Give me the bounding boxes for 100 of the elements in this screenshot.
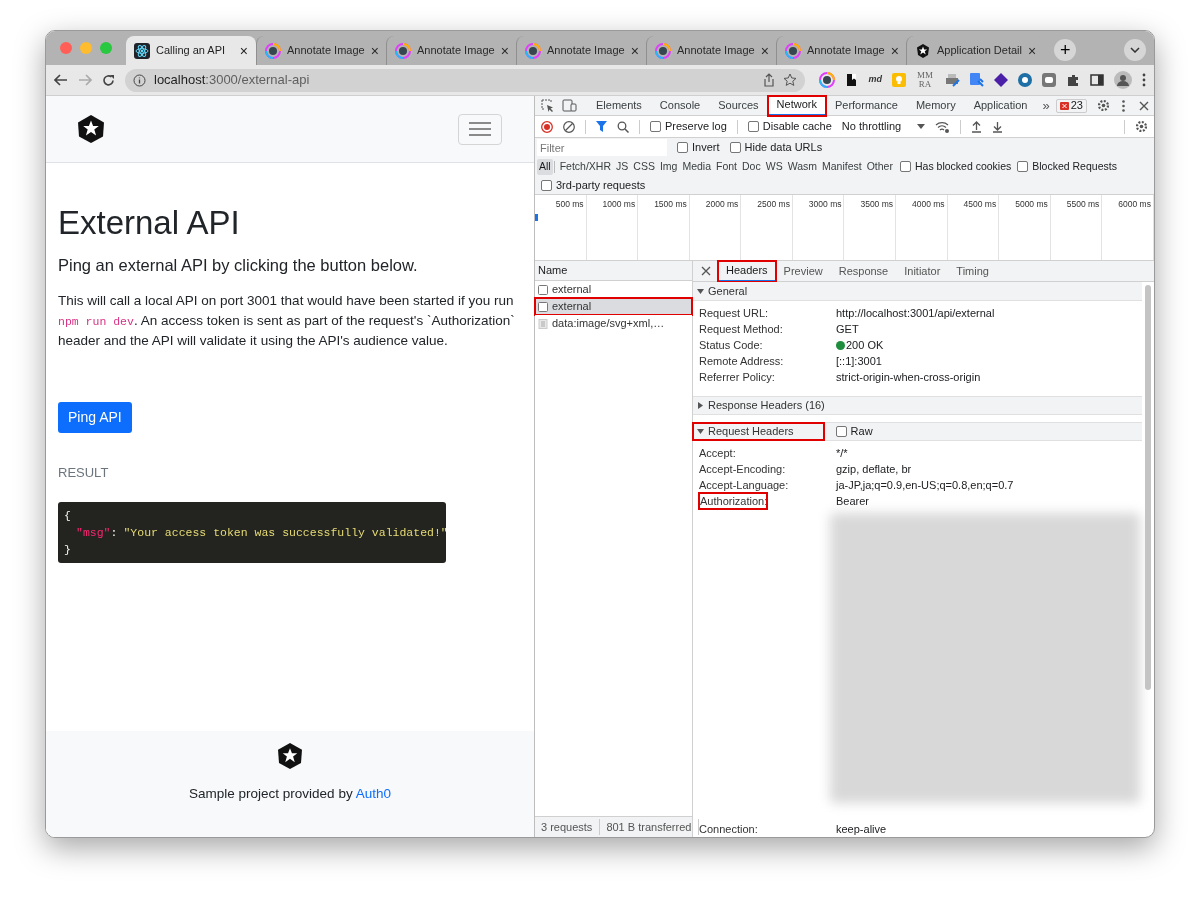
request-row[interactable]: external — [535, 298, 692, 315]
download-icon[interactable] — [992, 120, 1004, 133]
diamond-icon[interactable] — [994, 73, 1008, 87]
checkbox[interactable] — [835, 426, 847, 437]
type-filter-button[interactable]: Other — [864, 158, 895, 175]
header-name: Accept-Encoding: — [699, 461, 787, 477]
devtools-tab[interactable]: Network — [767, 95, 826, 116]
filter-field[interactable]: Filter — [537, 139, 667, 156]
header-name: Accept-Language: — [699, 477, 790, 493]
wifi-settings-icon[interactable] — [935, 120, 951, 133]
menu-icon[interactable] — [1142, 73, 1146, 87]
chat-icon[interactable] — [1042, 73, 1056, 87]
close-tab-button[interactable]: × — [760, 43, 769, 58]
checkbox[interactable] — [677, 142, 688, 153]
info-icon[interactable] — [133, 73, 146, 87]
record-icon[interactable] — [541, 120, 553, 133]
avatar-icon[interactable] — [1114, 71, 1132, 89]
scrollbar[interactable] — [1145, 285, 1151, 690]
type-filter-button[interactable]: Media — [680, 158, 713, 175]
checkbox[interactable] — [747, 121, 759, 132]
file-icon — [538, 301, 548, 312]
type-filter-button[interactable]: Wasm — [785, 158, 819, 175]
section-header[interactable]: General — [693, 282, 778, 300]
clear-icon[interactable] — [563, 120, 575, 133]
extension-label[interactable]: md — [868, 73, 882, 87]
detail-tab[interactable]: Timing — [948, 260, 997, 282]
side-panel-icon[interactable] — [1090, 73, 1104, 87]
close-tab-button[interactable]: × — [239, 43, 248, 58]
close-tab-button[interactable]: × — [630, 43, 639, 58]
devtools-tab[interactable]: Sources — [709, 95, 768, 116]
checkbox[interactable] — [650, 121, 661, 132]
detail-tab[interactable]: Initiator — [896, 260, 949, 282]
header-name: Status Code: — [699, 337, 764, 353]
close-icon[interactable] — [1138, 100, 1149, 111]
checkbox[interactable] — [729, 142, 741, 153]
timeline-tick-label: 4500 ms — [963, 198, 997, 211]
devtools-tab[interactable]: Performance — [825, 95, 907, 116]
type-filter-button[interactable]: JS — [614, 158, 631, 175]
type-filter-button[interactable]: CSS — [631, 158, 657, 175]
ping-api-button[interactable]: Ping API — [58, 401, 132, 433]
close-tab-button[interactable]: × — [500, 43, 509, 58]
result-code-block: { "msg": "Your access token was successfully validated!" } — [58, 502, 446, 564]
issues-badge[interactable]: 23 — [1055, 98, 1087, 113]
header-value: Bearer — [836, 493, 870, 509]
inspect-icon[interactable] — [541, 99, 554, 112]
close-tab-button[interactable]: × — [890, 43, 899, 58]
type-filter-button[interactable]: WS — [763, 158, 785, 175]
url-text: localhost:3000/external-api — [154, 71, 310, 90]
checkbox[interactable] — [1017, 161, 1029, 172]
type-filter-button[interactable]: Doc — [740, 158, 763, 175]
upload-icon[interactable] — [971, 120, 983, 133]
back-icon[interactable] — [54, 74, 68, 86]
chevron-down-icon — [1130, 47, 1140, 53]
tab-title: Annotate Image — [547, 43, 625, 59]
type-filter-button[interactable]: Font — [714, 158, 740, 175]
translate-icon[interactable] — [970, 73, 984, 87]
extension-label[interactable]: MM RA — [916, 71, 934, 89]
printer-icon[interactable] — [944, 73, 960, 87]
tab-search-button[interactable] — [1124, 39, 1146, 61]
type-filter-button[interactable]: Fetch/XHR — [557, 158, 614, 175]
timeline-tick-label: 3500 ms — [860, 198, 894, 211]
search-icon[interactable] — [617, 120, 629, 133]
devtools-tab[interactable]: Application — [964, 95, 1037, 116]
summary-text: 3 requests — [541, 818, 601, 836]
close-tab-button[interactable]: × — [1028, 43, 1037, 58]
close-tab-button[interactable]: × — [370, 43, 379, 58]
new-tab-button[interactable]: + — [1054, 39, 1077, 61]
more-icon[interactable] — [1121, 99, 1125, 112]
reload-icon[interactable] — [102, 73, 115, 87]
checkbox[interactable] — [899, 161, 911, 172]
browser-tab[interactable]: Calling an API × — [126, 36, 256, 65]
devtools-tab[interactable]: Console — [650, 95, 710, 116]
menu-button[interactable] — [458, 113, 502, 145]
settings-icon[interactable] — [1096, 99, 1110, 112]
description-text: This will call a local API on port 3001 that would have been started if you run npm run dev. An access token is sent as part of the request's `Authorization` header and the API will validate it using the API's audience value. — [58, 292, 516, 351]
type-filter-button[interactable]: All — [537, 158, 553, 175]
checkbox[interactable] — [541, 179, 552, 191]
circle-icon[interactable] — [1018, 73, 1032, 87]
share-icon[interactable] — [762, 73, 775, 87]
checkbox-label: Blocked Requests — [1032, 158, 1117, 174]
detail-tab[interactable]: Preview — [775, 260, 831, 282]
address-bar[interactable]: localhost:3000/external-api — [125, 68, 805, 92]
type-filter-button[interactable]: Manifest — [820, 158, 864, 175]
more-tabs-button[interactable]: » — [1036, 95, 1056, 116]
device-icon[interactable] — [562, 99, 577, 112]
devtools-tab[interactable]: Memory — [906, 95, 965, 116]
puzzle-icon[interactable] — [1066, 73, 1080, 87]
section-header[interactable]: Request Headers — [693, 423, 824, 440]
star-icon[interactable] — [782, 73, 797, 87]
type-filter-button[interactable]: Img — [657, 158, 680, 175]
detail-tab[interactable]: Headers — [718, 260, 776, 282]
close-icon[interactable] — [701, 266, 711, 276]
logo-icon — [276, 742, 304, 770]
throttling-dropdown[interactable]: No throttling — [841, 118, 926, 135]
filter-icon[interactable] — [596, 121, 607, 132]
checkbox-label: Raw — [850, 424, 873, 440]
devtools-tab[interactable]: Elements — [587, 95, 651, 116]
detail-tab[interactable]: Response — [830, 260, 897, 282]
auth0-link[interactable]: Auth0 — [355, 786, 391, 801]
settings-icon[interactable] — [1135, 120, 1148, 133]
